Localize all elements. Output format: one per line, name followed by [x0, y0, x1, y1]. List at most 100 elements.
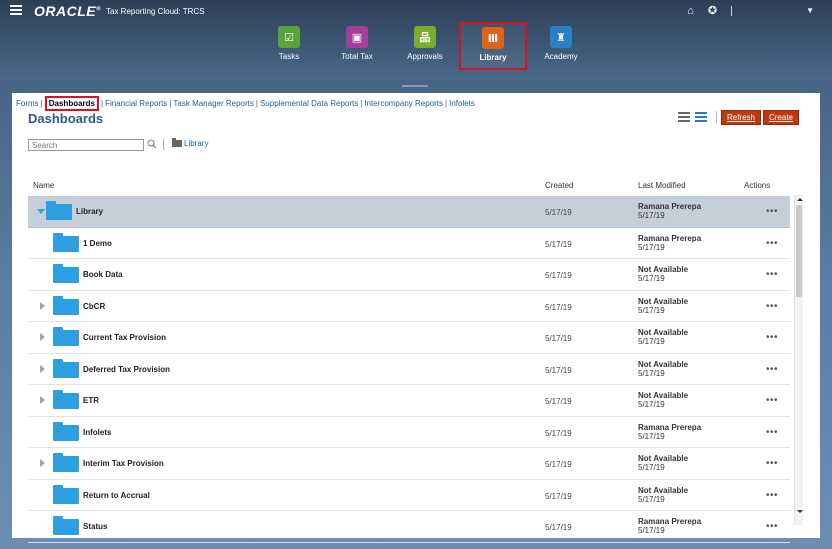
user-menu-chevron-icon[interactable]: ▼	[806, 6, 814, 15]
tree-view-icon[interactable]	[695, 112, 707, 122]
column-header-created[interactable]: Created	[545, 181, 573, 190]
breadcrumb[interactable]: Library	[172, 138, 208, 148]
row-actions-icon[interactable]: •••	[766, 364, 778, 375]
hierarchy-icon: 品	[414, 26, 436, 48]
link-forms[interactable]: Forms	[16, 99, 39, 108]
table-row[interactable]: Status 5/17/19 Ramana Prerepa 5/17/19 •••	[28, 511, 790, 543]
modified-date: 5/17/19	[638, 368, 665, 378]
row-name[interactable]: Book Data	[83, 270, 123, 279]
nav-card-label: Total Tax	[341, 52, 373, 61]
search-divider	[163, 139, 164, 150]
oracle-logo: ORACLE®	[34, 3, 102, 19]
modified-date: 5/17/19	[638, 274, 665, 283]
nav-card-label: Approvals	[407, 52, 443, 61]
row-actions-icon[interactable]: •••	[766, 301, 778, 312]
modified-date: 5/17/19	[638, 400, 665, 409]
row-actions-icon[interactable]: •••	[766, 427, 778, 438]
table-row[interactable]: Interim Tax Provision 5/17/19 Not Availabl…	[28, 448, 790, 480]
row-name[interactable]: Infolets	[83, 428, 111, 437]
presentation-icon: ▣	[346, 26, 368, 48]
breadcrumb-library[interactable]: Library	[184, 139, 208, 148]
row-name[interactable]: Interim Tax Provision	[83, 459, 164, 468]
table-row[interactable]: CbCR 5/17/19 Not Available 5/17/19 •••	[28, 291, 790, 322]
row-created: 5/17/19	[545, 365, 572, 375]
row-name[interactable]: Library	[76, 207, 103, 216]
collapse-icon[interactable]	[37, 209, 45, 214]
row-actions-icon[interactable]: •••	[766, 521, 778, 532]
table-row[interactable]: Book Data 5/17/19 Not Available 5/17/19 •••	[28, 259, 790, 291]
row-actions-icon[interactable]: •••	[766, 238, 778, 249]
table-row[interactable]: Current Tax Provision 5/17/19 Not Availabl…	[28, 322, 790, 354]
books-icon: Ⅲ	[482, 27, 504, 49]
dashboard-table: Library 5/17/19 Ramana Prerepa 5/17/19 ••• 1 …	[28, 196, 790, 543]
row-name[interactable]: CbCR	[83, 302, 105, 311]
row-actions-icon[interactable]: •••	[766, 490, 778, 501]
link-intercompany-reports[interactable]: Intercompany Reports	[364, 99, 443, 108]
row-created: 5/17/19	[545, 491, 572, 501]
expand-icon[interactable]	[40, 459, 45, 467]
expand-icon[interactable]	[40, 301, 45, 310]
row-name[interactable]: Current Tax Provision	[83, 333, 166, 342]
link-task-manager-reports[interactable]: Task Manager Reports	[173, 99, 253, 108]
row-actions-icon[interactable]: •••	[766, 332, 778, 343]
row-actions-icon[interactable]: •••	[766, 269, 778, 280]
nav-card-total-tax[interactable]: ▣ Total Tax	[323, 22, 391, 70]
expand-icon[interactable]	[40, 364, 45, 373]
expand-icon[interactable]	[40, 396, 45, 404]
link-separator: |	[360, 99, 363, 108]
table-row[interactable]: Return to Accrual 5/17/19 Not Available 5/1…	[28, 480, 790, 511]
row-actions-icon[interactable]: •••	[766, 395, 778, 406]
modified-by: Not Available	[638, 359, 689, 369]
search-icon[interactable]	[147, 139, 157, 149]
accessibility-icon[interactable]: ✪	[708, 4, 717, 17]
row-actions-icon[interactable]: •••	[766, 206, 778, 217]
table-row[interactable]: Infolets 5/17/19 Ramana Prerepa 5/17/19 •••	[28, 417, 790, 448]
row-name[interactable]: Return to Accrual	[83, 491, 150, 500]
folder-icon	[53, 232, 79, 252]
column-header-last-modified[interactable]: Last Modified	[638, 181, 686, 190]
table-row[interactable]: Library 5/17/19 Ramana Prerepa 5/17/19 •••	[28, 196, 790, 228]
link-dashboards[interactable]: Dashboards	[44, 96, 99, 111]
row-last-modified: Ramana Prerepa 5/17/19	[638, 517, 701, 535]
nav-card-academy[interactable]: ♜ Academy	[527, 22, 595, 70]
row-name[interactable]: Deferred Tax Provision	[83, 365, 170, 374]
list-view-icon[interactable]	[678, 112, 690, 122]
top-banner: ORACLE® Tax Reporting Cloud: TRCS ⌂ ✪ ▼ …	[0, 0, 832, 80]
panel-drag-handle[interactable]	[402, 85, 428, 87]
modified-by: Ramana Prerepa	[638, 202, 702, 211]
expand-icon[interactable]	[40, 333, 45, 341]
row-created: 5/17/19	[545, 302, 572, 312]
create-button[interactable]: Create	[762, 110, 799, 125]
search-input[interactable]	[28, 139, 144, 151]
link-supplemental-data-reports[interactable]: Supplemental Data Reports	[260, 99, 358, 108]
nav-card-label: Library	[479, 53, 507, 62]
folder-icon	[53, 484, 79, 504]
row-name[interactable]: 1 Demo	[83, 239, 112, 248]
table-row[interactable]: ETR 5/17/19 Not Available 5/17/19 •••	[28, 385, 790, 417]
vertical-scrollbar[interactable]	[794, 195, 803, 525]
home-icon[interactable]: ⌂	[687, 5, 694, 17]
column-header-name[interactable]: Name	[33, 181, 54, 190]
table-row[interactable]: 1 Demo 5/17/19 Ramana Prerepa 5/17/19 •••	[28, 228, 790, 259]
nav-card-approvals[interactable]: 品 Approvals	[391, 22, 459, 70]
row-created: 5/17/19	[545, 523, 572, 532]
nav-card-library[interactable]: Ⅲ Library	[459, 22, 527, 70]
modified-by: Ramana Prerepa	[638, 517, 702, 526]
menu-icon[interactable]	[10, 5, 22, 15]
row-created: 5/17/19	[545, 397, 572, 406]
row-last-modified: Not Available 5/17/19	[638, 265, 688, 283]
link-financial-reports[interactable]: Financial Reports	[105, 99, 167, 108]
row-name[interactable]: ETR	[83, 396, 99, 405]
link-infolets[interactable]: Infolets	[449, 99, 475, 108]
scroll-down-icon[interactable]	[797, 510, 803, 513]
scroll-up-icon[interactable]	[797, 198, 803, 201]
navigation-cards: ☑ Tasks ▣ Total Tax 品 Approvals Ⅲ Library ♜ Acade…	[255, 22, 595, 70]
row-actions-icon[interactable]: •••	[766, 458, 778, 469]
toolbar-divider	[716, 111, 717, 123]
table-row[interactable]: Deferred Tax Provision 5/17/19 Not Availab…	[28, 354, 790, 385]
check-icon: ☑	[278, 26, 300, 48]
refresh-button[interactable]: Refresh	[720, 110, 761, 125]
row-name[interactable]: Status	[83, 522, 107, 531]
nav-card-tasks[interactable]: ☑ Tasks	[255, 22, 323, 70]
scrollbar-thumb[interactable]	[796, 205, 802, 297]
